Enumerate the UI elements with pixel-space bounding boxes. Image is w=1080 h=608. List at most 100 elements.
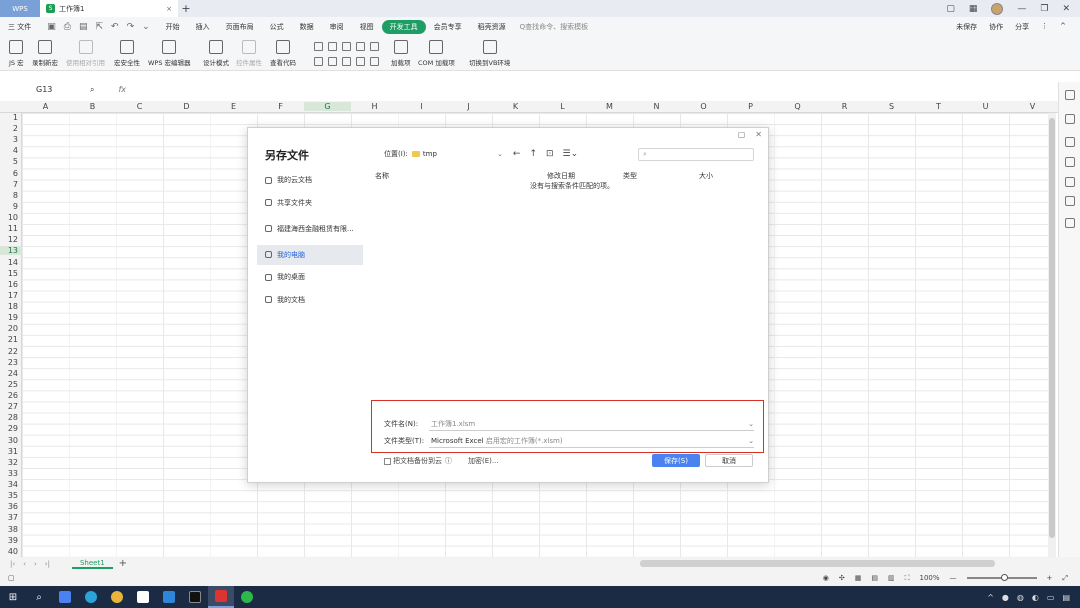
column-header-selected[interactable]: G <box>304 102 351 111</box>
unsaved-status[interactable]: 未保存 <box>956 22 977 32</box>
row-header[interactable]: 4 <box>0 146 18 155</box>
com-addins-button[interactable]: COM 加载项 <box>418 40 455 67</box>
backup-icon[interactable] <box>1065 177 1075 187</box>
cancel-button[interactable]: 取消 <box>705 454 753 467</box>
column-modified[interactable]: 修改日期 <box>547 171 575 181</box>
wechat-icon[interactable] <box>234 586 260 608</box>
row-header[interactable]: 36 <box>0 502 18 511</box>
fullscreen-icon[interactable]: ⛶ <box>905 574 910 583</box>
frame-control-icon[interactable] <box>328 57 337 66</box>
row-header[interactable]: 3 <box>0 135 18 144</box>
export-icon[interactable]: ⇱ <box>95 22 103 32</box>
desktop-app-icon[interactable] <box>52 586 78 608</box>
column-header[interactable]: F <box>257 102 304 111</box>
row-header[interactable]: 5 <box>0 157 18 166</box>
more-icon[interactable]: ⌄ <box>142 22 150 32</box>
dialog-search-input[interactable]: ⌕ <box>638 147 754 161</box>
vertical-scroll-thumb[interactable] <box>1049 118 1055 538</box>
next-sheet-icon[interactable]: › <box>34 560 37 568</box>
column-header[interactable]: Q <box>774 102 821 111</box>
row-header[interactable]: 18 <box>0 302 18 311</box>
wps-macro-editor-button[interactable]: WPS 宏编辑器 <box>148 40 191 67</box>
backup-checkbox[interactable] <box>384 457 391 465</box>
close-tab-icon[interactable]: × <box>166 5 172 13</box>
column-header[interactable]: A <box>22 102 69 111</box>
column-header[interactable]: I <box>398 102 445 111</box>
last-sheet-icon[interactable]: ›| <box>45 560 50 568</box>
row-header[interactable]: 32 <box>0 458 18 467</box>
dialog-close-icon[interactable]: ✕ <box>755 130 762 139</box>
share-button[interactable]: 分享 <box>1015 22 1029 32</box>
row-header-selected[interactable]: 13 <box>0 246 22 255</box>
addins-button[interactable]: 加载项 <box>391 40 411 67</box>
row-header[interactable]: 34 <box>0 480 18 489</box>
row-header[interactable]: 38 <box>0 525 18 534</box>
column-header[interactable]: R <box>821 102 868 111</box>
back-arrow-icon[interactable]: ← <box>513 149 521 159</box>
row-header[interactable]: 11 <box>0 224 18 233</box>
column-header[interactable]: H <box>351 102 398 111</box>
collab-button[interactable]: 协作 <box>989 22 1003 32</box>
combo-control-icon[interactable] <box>356 42 365 51</box>
column-header[interactable]: E <box>210 102 257 111</box>
expand-icon[interactable]: ⤢ <box>1062 574 1068 583</box>
switch-vb-button[interactable]: 切换到VB环境 <box>469 40 510 67</box>
row-header[interactable]: 12 <box>0 235 18 244</box>
chrome-icon[interactable] <box>104 586 130 608</box>
row-header[interactable]: 6 <box>0 169 18 178</box>
toggle-control-icon[interactable] <box>370 57 379 66</box>
row-header[interactable]: 40 <box>0 547 18 556</box>
info-icon[interactable]: ⓘ <box>445 456 452 466</box>
column-name[interactable]: 名称 <box>375 171 389 181</box>
avatar[interactable] <box>991 2 1004 15</box>
js-macro-button[interactable]: JS 宏 <box>9 40 24 67</box>
new-folder-icon[interactable]: ⊡ <box>546 149 554 159</box>
column-header[interactable]: T <box>915 102 962 111</box>
column-header[interactable]: B <box>69 102 116 111</box>
add-sheet-button[interactable]: + <box>119 558 127 569</box>
prev-sheet-icon[interactable]: ‹ <box>23 560 26 568</box>
record-macro-button[interactable]: 录制新宏 <box>32 40 58 67</box>
terminal-icon[interactable] <box>182 586 208 608</box>
redo-icon[interactable]: ↷ <box>127 22 135 32</box>
dialog-maximize-icon[interactable]: ▢ <box>738 130 746 139</box>
format-icon[interactable] <box>1065 157 1075 167</box>
column-header[interactable]: U <box>962 102 1009 111</box>
wps-app-icon[interactable] <box>208 586 234 608</box>
nav-shared-folder[interactable]: 共享文件夹 <box>257 193 363 213</box>
column-header[interactable]: P <box>727 102 774 111</box>
menu-start[interactable]: 开始 <box>158 22 188 32</box>
select-pointer-icon[interactable] <box>1065 114 1075 124</box>
row-header[interactable]: 27 <box>0 402 18 411</box>
sheet-tab-sheet1[interactable]: Sheet1 <box>71 559 113 569</box>
nav-company[interactable]: 福建海西金融租赁有限... <box>257 219 363 239</box>
tray-network-icon[interactable]: ◍ <box>1017 593 1024 602</box>
filename-input[interactable]: 工作簿1.xlsm ⌄ <box>429 418 754 431</box>
menu-insert[interactable]: 插入 <box>188 22 218 32</box>
tray-sound-icon[interactable]: ◐ <box>1032 593 1039 602</box>
normal-view-icon[interactable]: ▦ <box>855 574 862 582</box>
row-header[interactable]: 17 <box>0 291 18 300</box>
row-header[interactable]: 33 <box>0 469 18 478</box>
nav-my-documents[interactable]: 我的文档 <box>257 290 363 310</box>
nav-my-computer[interactable]: 我的电脑 <box>257 244 363 265</box>
label-control-icon[interactable] <box>314 42 323 51</box>
undo-icon[interactable]: ↶ <box>111 22 119 32</box>
chevron-down-icon[interactable]: ⌄ <box>748 437 754 445</box>
print-icon[interactable]: ⎙ <box>64 22 71 32</box>
file-menu[interactable]: 三 文件 <box>0 22 39 32</box>
tray-wechat-icon[interactable]: ● <box>1002 593 1009 602</box>
row-header[interactable]: 9 <box>0 202 18 211</box>
save-button[interactable]: 保存(S) <box>652 454 700 467</box>
menu-data[interactable]: 数据 <box>292 22 322 32</box>
eye-protect-icon[interactable]: ◉ <box>823 574 829 582</box>
menu-view[interactable]: 视图 <box>352 22 382 32</box>
vertical-scrollbar[interactable] <box>1048 113 1056 557</box>
location-combobox[interactable]: tmp ⌄ <box>408 150 503 158</box>
nav-my-desktop[interactable]: 我的桌面 <box>257 267 363 287</box>
row-header[interactable]: 22 <box>0 347 18 356</box>
nav-cloud-docs[interactable]: 我的云文档 <box>257 170 363 190</box>
menu-page-layout[interactable]: 页面布局 <box>218 22 262 32</box>
control-props-button[interactable]: 控件属性 <box>236 40 262 67</box>
row-header[interactable]: 35 <box>0 491 18 500</box>
